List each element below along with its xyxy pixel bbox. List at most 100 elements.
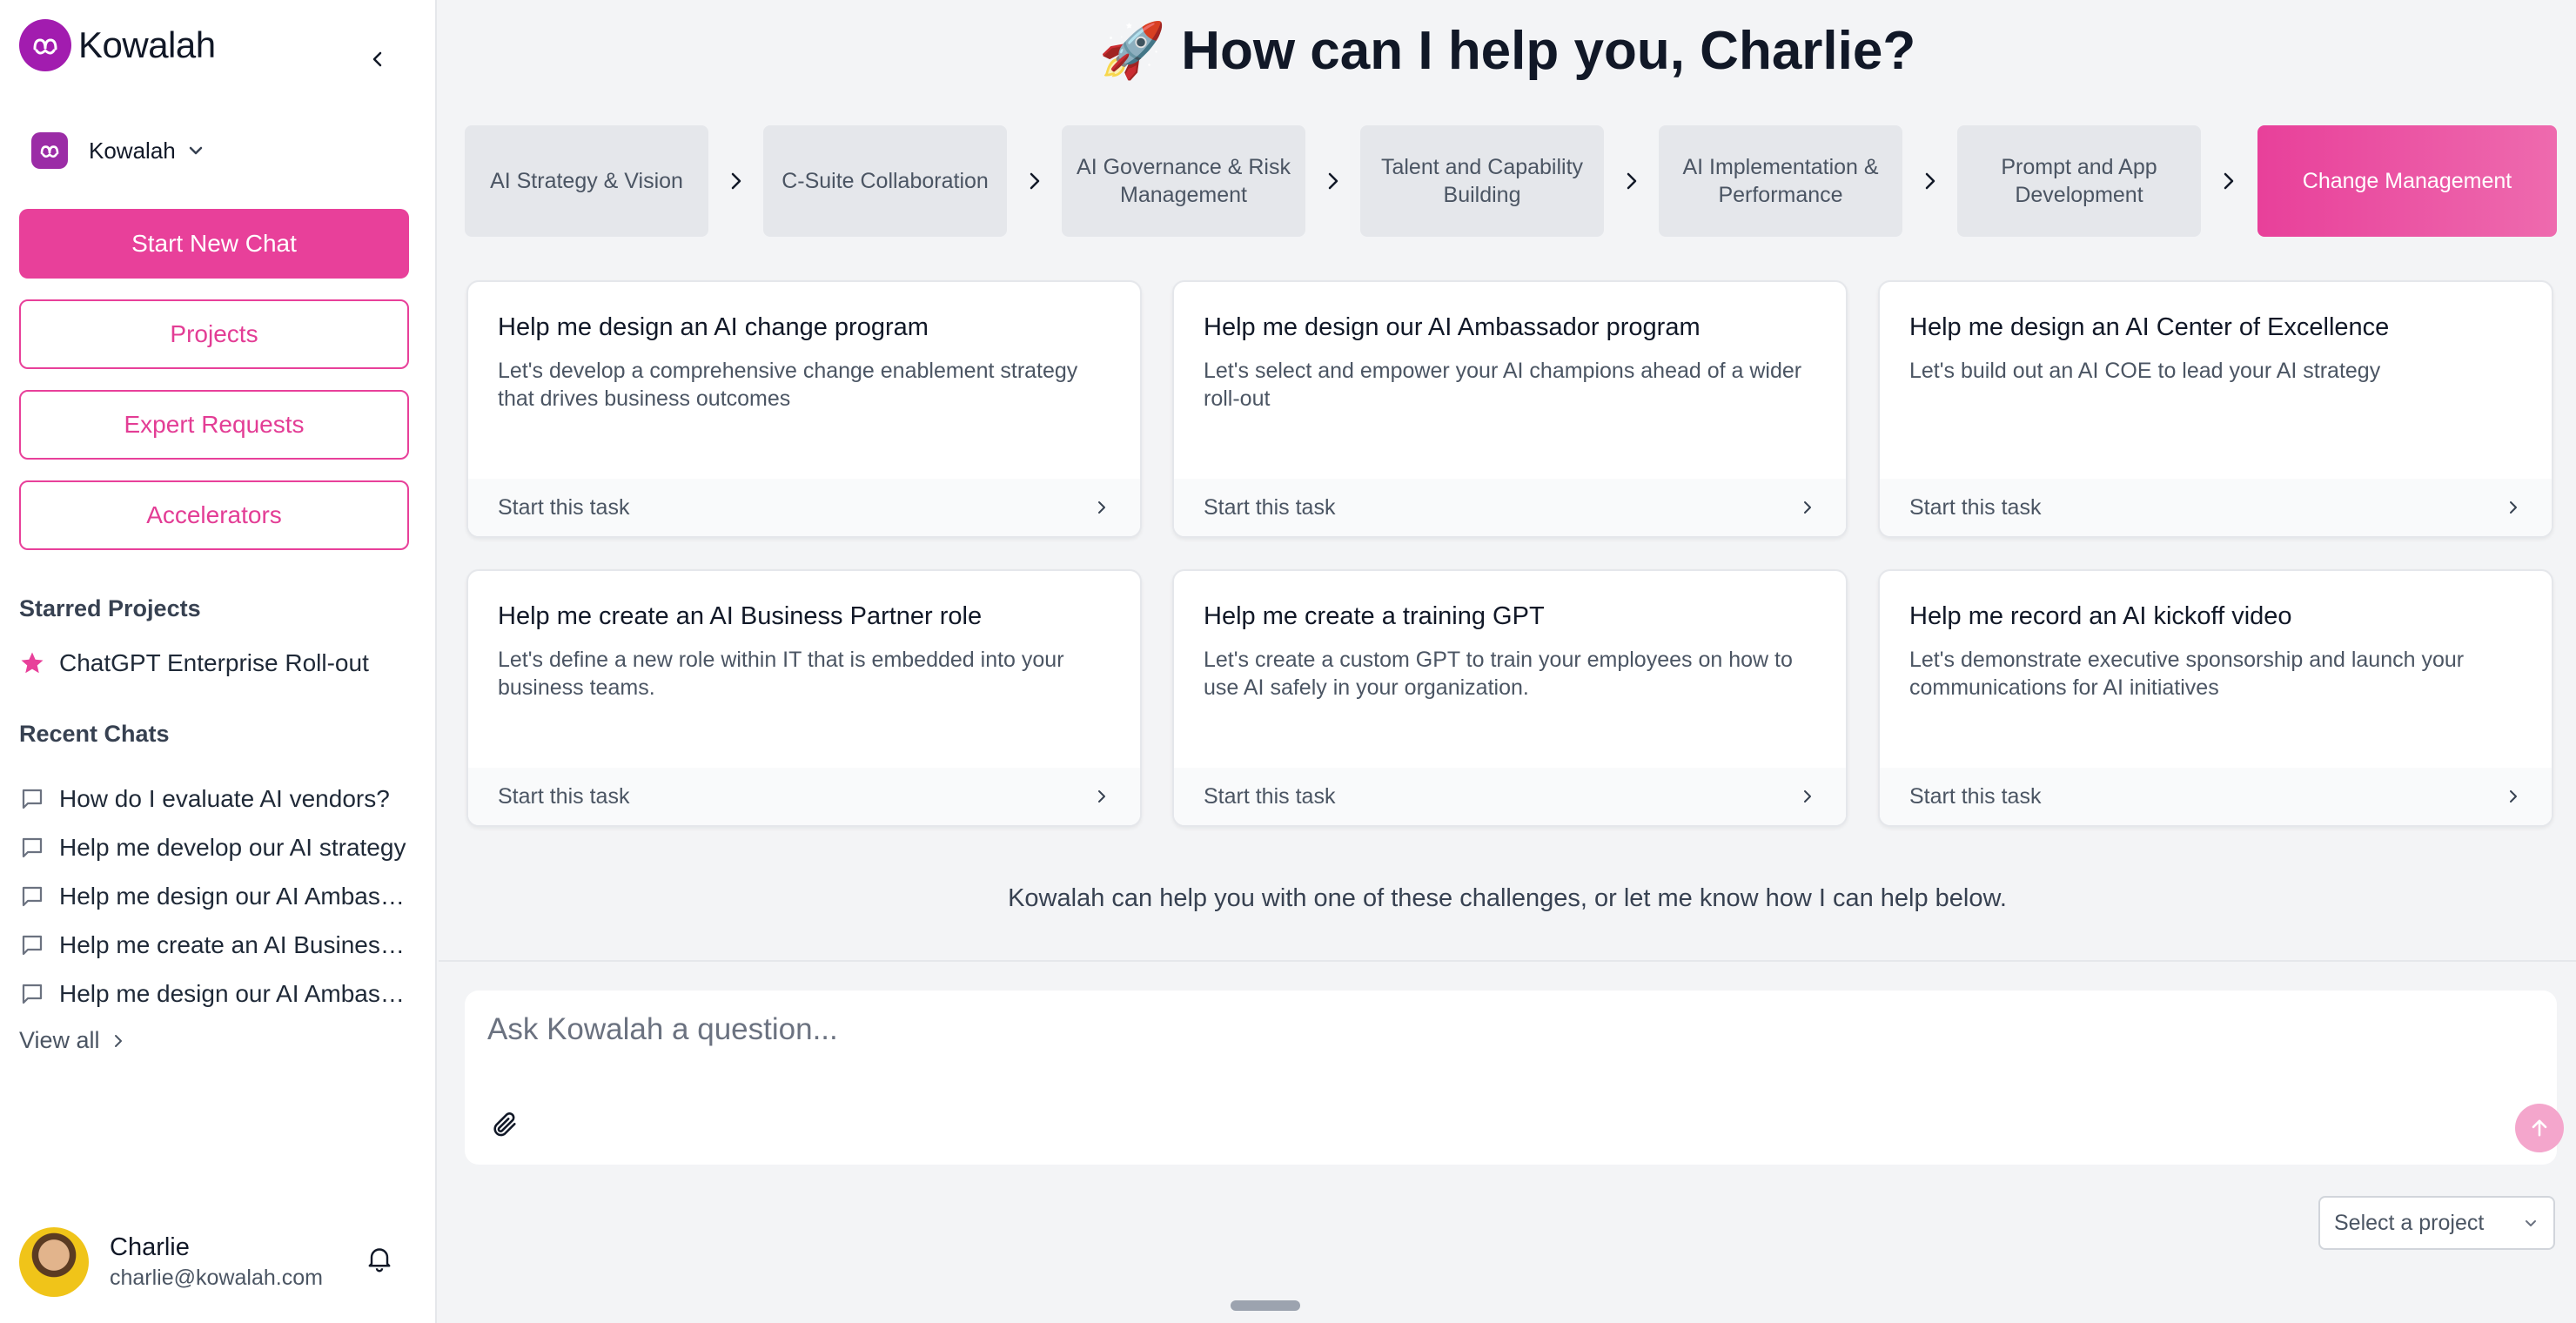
attach-button[interactable] [487, 1107, 522, 1142]
tab-c-suite-collaboration[interactable]: C-Suite Collaboration [763, 125, 1007, 237]
start-task-button[interactable]: Start this task [1880, 768, 2552, 825]
task-card-description: Let's select and empower your AI champio… [1204, 359, 1802, 411]
recent-chat-item[interactable]: Help me develop our AI strategy [19, 823, 411, 872]
workspace-logo-icon [31, 132, 68, 169]
chat-bubble-icon [22, 789, 43, 809]
chevron-right-icon [722, 167, 750, 195]
start-task-button[interactable]: Start this task [1174, 768, 1846, 825]
projects-button[interactable]: Projects [19, 299, 409, 369]
bell-icon [368, 1248, 391, 1273]
chevron-right-icon [1804, 790, 1811, 803]
chat-bubble-icon [22, 984, 43, 1004]
star-icon [21, 652, 44, 674]
start-task-button[interactable]: Start this task [468, 479, 1140, 536]
recent-chats-list: How do I evaluate AI vendors? Help me de… [19, 775, 411, 1018]
kowalah-logo-icon [19, 19, 71, 71]
chevron-right-icon [1021, 167, 1049, 195]
task-card[interactable]: Help me design an AI Center of Excellenc… [1878, 280, 2553, 538]
rocket-icon: 🚀 [1098, 21, 1166, 81]
task-card-description: Let's define a new role within IT that i… [498, 648, 1064, 700]
task-card[interactable]: Help me record an AI kickoff video Let's… [1878, 569, 2553, 827]
project-select[interactable]: Select a project [2318, 1196, 2555, 1250]
start-new-chat-button[interactable]: Start New Chat [19, 209, 409, 279]
user-profile[interactable]: Charlie charlie@kowalah.com [19, 1227, 323, 1297]
category-tabs: AI Strategy & Vision C-Suite Collaborati… [465, 125, 2557, 237]
starred-project-item[interactable]: ChatGPT Enterprise Roll-out [19, 649, 369, 677]
project-select-label: Select a project [2334, 1210, 2485, 1235]
tab-change-management[interactable]: Change Management [2257, 125, 2557, 237]
workspace-switcher[interactable]: Kowalah [31, 132, 205, 169]
tab-talent-capability[interactable]: Talent and Capability Building [1360, 125, 1604, 237]
arrow-up-icon [2532, 1119, 2547, 1137]
accelerators-button[interactable]: Accelerators [19, 480, 409, 550]
task-card[interactable]: Help me create an AI Business Partner ro… [466, 569, 1142, 827]
sidebar: Kowalah Kowalah Start New Chat Projects … [0, 0, 437, 1323]
task-card-title: Help me create a training GPT [1204, 602, 1545, 630]
tab-prompt-app-development[interactable]: Prompt and App Development [1957, 125, 2201, 237]
task-card-title: Help me design an AI change program [498, 313, 929, 341]
chevron-right-icon [1618, 167, 1646, 195]
chevron-right-icon [2215, 167, 2243, 195]
start-task-button[interactable]: Start this task [1174, 479, 1846, 536]
chevron-right-icon [2510, 790, 2517, 803]
recent-chat-item[interactable]: How do I evaluate AI vendors? [19, 775, 411, 823]
greeting-text: How can I help you, Charlie? [1181, 21, 1916, 81]
brand[interactable]: Kowalah [19, 19, 216, 71]
start-task-button[interactable]: Start this task [1880, 479, 2552, 536]
task-card-title: Help me create an AI Business Partner ro… [498, 602, 983, 630]
recent-chat-label: Help me create an AI Business Partner ro… [59, 931, 407, 958]
chevron-right-icon [1098, 790, 1105, 803]
start-task-label: Start this task [498, 494, 630, 520]
brand-name: Kowalah [78, 24, 216, 65]
tab-ai-implementation[interactable]: AI Implementation & Performance [1659, 125, 1902, 237]
recent-chat-item[interactable]: Help me design our AI Ambassador program [19, 872, 411, 921]
task-card-title: Help me design our AI Ambassador program [1204, 313, 1701, 341]
chevron-right-icon [1319, 167, 1347, 195]
notifications-button[interactable] [364, 1243, 395, 1279]
expert-requests-button[interactable]: Expert Requests [19, 390, 409, 460]
chevron-right-icon [1804, 501, 1811, 514]
page-title: 🚀 How can I help you, Charlie? [439, 19, 2576, 83]
task-card-title: Help me design an AI Center of Excellenc… [1909, 313, 2390, 341]
chevron-right-icon [2510, 501, 2517, 514]
chevron-left-icon [372, 51, 382, 67]
task-card[interactable]: Help me design our AI Ambassador program… [1172, 280, 1848, 538]
recent-chat-label: Help me design our AI Ambassador program [59, 980, 407, 1007]
user-name: Charlie [110, 1233, 190, 1261]
start-task-button[interactable]: Start this task [468, 768, 1140, 825]
task-card-description: Let's demonstrate executive sponsorship … [1909, 648, 2465, 700]
divider [439, 960, 2576, 962]
send-button[interactable] [2515, 1104, 2564, 1152]
start-task-label: Start this task [1909, 494, 2042, 520]
collapse-sidebar-button[interactable] [362, 44, 393, 75]
helper-text: Kowalah can help you with one of these c… [1008, 884, 2007, 912]
chevron-right-icon [1098, 501, 1105, 514]
ask-input[interactable] [487, 1008, 2524, 1051]
avatar [19, 1227, 89, 1297]
recent-chat-label: Help me design our AI Ambassador program [59, 883, 407, 910]
chat-bubble-icon [22, 935, 43, 956]
chevron-right-icon [1916, 167, 1944, 195]
scroll-handle[interactable] [1231, 1300, 1300, 1311]
view-all-link[interactable]: View all [19, 1027, 126, 1054]
task-card-description: Let's develop a comprehensive change ena… [498, 359, 1078, 411]
chat-bubble-icon [22, 886, 43, 907]
tab-ai-governance-risk[interactable]: AI Governance & Risk Management [1062, 125, 1305, 237]
recent-chat-label: Help me develop our AI strategy [59, 834, 406, 861]
view-all-label: View all [19, 1027, 100, 1053]
chat-composer [465, 991, 2564, 1165]
starred-projects-heading: Starred Projects [19, 595, 201, 621]
task-card[interactable]: Help me create a training GPT Let's crea… [1172, 569, 1848, 827]
chat-bubble-icon [22, 837, 43, 858]
start-task-label: Start this task [1204, 494, 1336, 520]
task-card-description: Let's build out an AI COE to lead your A… [1909, 359, 2381, 383]
recent-chat-item[interactable]: Help me create an AI Business Partner ro… [19, 921, 411, 970]
start-task-label: Start this task [1204, 783, 1336, 809]
task-card[interactable]: Help me design an AI change program Let'… [466, 280, 1142, 538]
chevron-down-icon [186, 141, 205, 160]
user-email: charlie@kowalah.com [110, 1266, 323, 1290]
paperclip-icon [493, 1112, 516, 1137]
chevron-right-icon [114, 1034, 122, 1047]
tab-ai-strategy-vision[interactable]: AI Strategy & Vision [465, 125, 708, 237]
recent-chat-item[interactable]: Help me design our AI Ambassador program [19, 970, 411, 1018]
